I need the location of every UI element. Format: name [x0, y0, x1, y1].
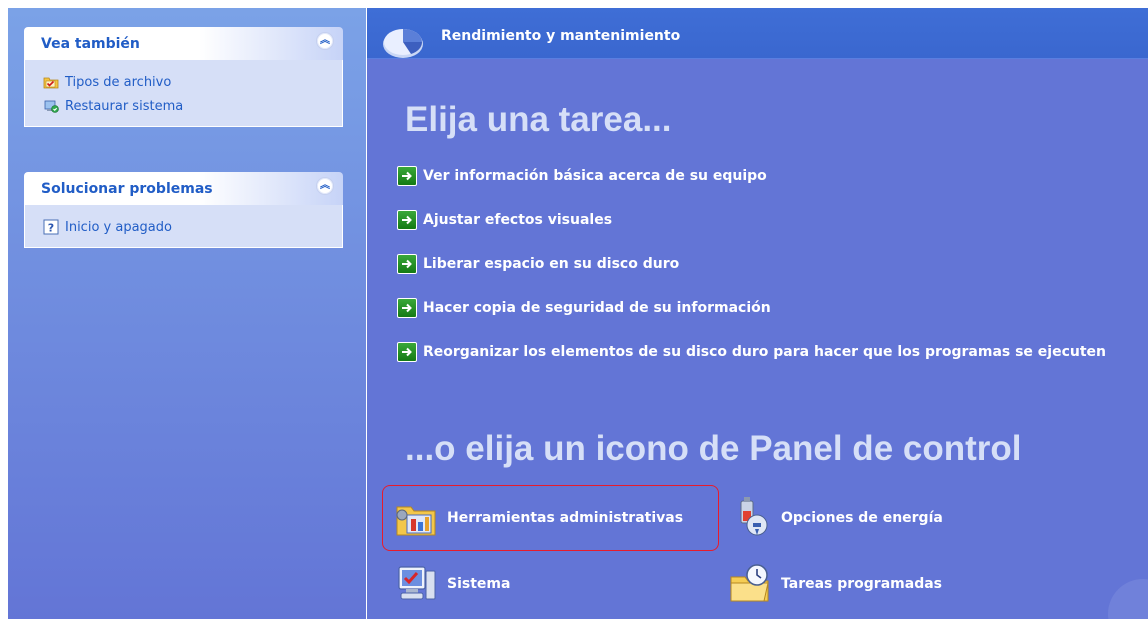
task-heading: Elija una tarea...: [405, 100, 672, 139]
cp-icon-scheduled-tasks[interactable]: Tareas programadas: [727, 561, 942, 607]
task-link-label: Liberar espacio en su disco duro: [423, 256, 680, 272]
sidebar-item-system-restore[interactable]: Restaurar sistema: [25, 94, 342, 118]
troubleshoot-body: ? Inicio y apagado: [24, 205, 343, 248]
task-link-defragment[interactable]: Reorganizar los elementos de su disco du…: [397, 342, 1106, 362]
cp-icon-power-options[interactable]: Opciones de energía: [727, 495, 943, 541]
highlight-annotation: [382, 485, 719, 551]
task-link-backup[interactable]: Hacer copia de seguridad de su informaci…: [397, 298, 1106, 318]
system-restore-icon: [44, 100, 59, 113]
help-icon: ?: [43, 219, 59, 235]
sidebar-item-label: Inicio y apagado: [65, 219, 172, 235]
category-title: Rendimiento y mantenimiento: [441, 28, 681, 44]
icon-heading: ...o elija un icono de Panel de control: [405, 429, 1022, 468]
task-link-free-space[interactable]: Liberar espacio en su disco duro: [397, 254, 1106, 274]
see-also-header[interactable]: Vea también ︽: [24, 27, 343, 60]
performance-category-icon: [383, 29, 423, 58]
sidebar-item-startup-shutdown[interactable]: ? Inicio y apagado: [25, 215, 342, 239]
troubleshoot-title: Solucionar problemas: [41, 181, 213, 197]
cp-icon-label: Sistema: [447, 576, 511, 592]
collapse-chevron-icon[interactable]: ︽: [316, 177, 334, 195]
main-content: Rendimiento y mantenimiento Elija una ta…: [367, 8, 1148, 619]
troubleshoot-panel: Solucionar problemas ︽ ? Inicio y apagad…: [24, 172, 343, 248]
cp-icon-label: Tareas programadas: [781, 576, 942, 592]
arrow-right-icon: [397, 298, 417, 318]
collapse-chevron-icon[interactable]: ︽: [316, 32, 334, 50]
arrow-right-icon: [397, 210, 417, 230]
sidebar-item-label: Restaurar sistema: [65, 98, 184, 114]
see-also-panel: Vea también ︽ Tipos de archivo Restaurar…: [24, 27, 343, 127]
task-link-label: Ver información básica acerca de su equi…: [423, 168, 767, 184]
folder-check-icon: [43, 77, 59, 89]
see-also-body: Tipos de archivo Restaurar sistema: [24, 60, 343, 127]
task-link-label: Reorganizar los elementos de su disco du…: [423, 344, 1107, 360]
arrow-right-icon: [397, 166, 417, 186]
see-also-title: Vea también: [41, 36, 140, 52]
category-header: Rendimiento y mantenimiento: [367, 8, 1148, 59]
sidebar-item-label: Tipos de archivo: [65, 74, 172, 90]
task-link-basic-info[interactable]: Ver información básica acerca de su equi…: [397, 166, 1106, 186]
task-link-visual-effects[interactable]: Ajustar efectos visuales: [397, 210, 1106, 230]
scheduled-tasks-icon: [730, 564, 769, 602]
troubleshoot-header[interactable]: Solucionar problemas ︽: [24, 172, 343, 205]
arrow-right-icon: [397, 342, 417, 362]
system-icon: [398, 566, 436, 600]
svg-text:?: ?: [48, 222, 54, 235]
cp-icon-label: Opciones de energía: [781, 510, 943, 526]
task-link-label: Ajustar efectos visuales: [423, 212, 613, 228]
cp-icon-system[interactable]: Sistema: [393, 561, 510, 607]
task-link-label: Hacer copia de seguridad de su informaci…: [423, 300, 771, 316]
power-options-icon: [740, 497, 768, 536]
decorative-circle: [1108, 579, 1148, 619]
arrow-right-icon: [397, 254, 417, 274]
task-pane: Vea también ︽ Tipos de archivo Restaurar…: [8, 8, 366, 619]
sidebar-item-file-types[interactable]: Tipos de archivo: [25, 70, 342, 94]
task-list: Ver información básica acerca de su equi…: [397, 166, 1106, 386]
